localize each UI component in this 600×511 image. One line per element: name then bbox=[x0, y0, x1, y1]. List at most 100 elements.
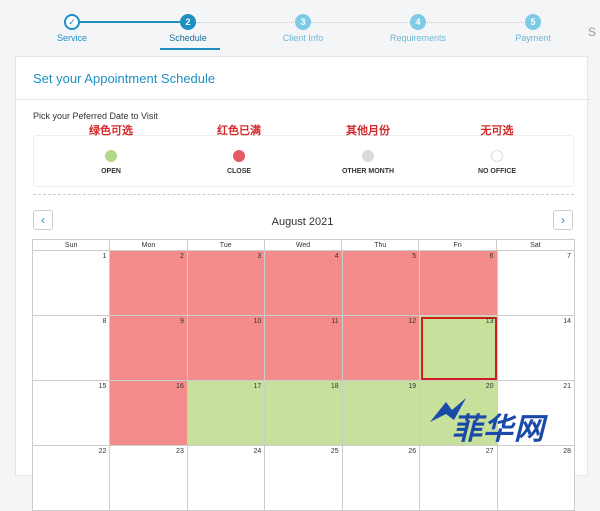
sidebar-cut-text: S bbox=[588, 25, 597, 39]
watermark-text: 菲华网 bbox=[452, 413, 545, 446]
calendar-day-cell: 9 bbox=[110, 316, 188, 381]
step-label: Schedule bbox=[169, 33, 207, 43]
calendar-day-cell: 14 bbox=[497, 316, 575, 381]
day-number: 4 bbox=[334, 253, 339, 260]
calendar-day-cell: 4 bbox=[265, 251, 343, 316]
calendar-day-cell: 26 bbox=[342, 446, 421, 511]
weekday-fri: Fri bbox=[419, 240, 497, 250]
legend: 绿色可选 OPEN 红色已满 CLOSE 其他月份 OTHER MONTH 无可… bbox=[33, 125, 574, 187]
calendar-day-cell: 7 bbox=[497, 251, 575, 316]
day-number: 11 bbox=[331, 318, 339, 325]
calendar-day-cell: 3 bbox=[187, 251, 266, 316]
pick-date-label: Pick your Peferred Date to Visit bbox=[33, 111, 158, 121]
day-number: 15 bbox=[98, 383, 107, 390]
weekday-wed: Wed bbox=[265, 240, 343, 250]
legend-other-month: 其他月份 OTHER MONTH bbox=[308, 125, 428, 175]
legend-annotation: 红色已满 bbox=[217, 125, 261, 137]
weekday-header: Sun Mon Tue Wed Thu Fri Sat bbox=[32, 239, 575, 250]
stepper-line-pending bbox=[196, 22, 526, 23]
page-title: Set your Appointment Schedule bbox=[33, 71, 216, 86]
day-number: 6 bbox=[489, 253, 494, 260]
legend-label: OPEN bbox=[101, 168, 121, 175]
step-number: 2 bbox=[180, 14, 196, 30]
day-number: 24 bbox=[253, 448, 262, 455]
day-number: 14 bbox=[563, 318, 571, 325]
legend-label: OTHER MONTH bbox=[341, 168, 395, 175]
step-payment[interactable]: 5 Payment bbox=[483, 14, 583, 43]
calendar-day-cell: 6 bbox=[420, 251, 498, 316]
weekday-tue: Tue bbox=[188, 240, 265, 250]
day-number: 22 bbox=[98, 448, 107, 455]
calendar-day-cell[interactable]: 17 bbox=[187, 381, 266, 446]
day-number: 23 bbox=[176, 448, 184, 455]
day-number: 17 bbox=[253, 383, 262, 390]
day-number: 18 bbox=[330, 383, 339, 390]
calendar: Sun Mon Tue Wed Thu Fri Sat 1 2 3 4 5 6 7 8 9 10 1… bbox=[32, 239, 575, 511]
day-number: 7 bbox=[567, 253, 571, 260]
calendar-day-cell: 28 bbox=[497, 446, 575, 511]
calendar-day-cell: 12 bbox=[342, 316, 421, 381]
step-label: Service bbox=[56, 33, 87, 43]
check-icon: ✓ bbox=[64, 14, 80, 30]
next-month-button[interactable]: › bbox=[553, 210, 573, 230]
calendar-day-cell[interactable]: 18 bbox=[265, 381, 343, 446]
calendar-day-cell: 25 bbox=[265, 446, 343, 511]
step-schedule[interactable]: 2 Schedule bbox=[138, 14, 238, 43]
day-number: 25 bbox=[330, 448, 339, 455]
legend-annotation: 其他月份 bbox=[346, 125, 390, 137]
calendar-day-cell: 2 bbox=[110, 251, 188, 316]
step-client-info[interactable]: 3 Client Info bbox=[253, 14, 353, 43]
legend-label: NO OFFICE bbox=[477, 168, 517, 175]
step-service[interactable]: ✓ Service bbox=[22, 14, 122, 43]
weekday-sat: Sat bbox=[530, 242, 541, 249]
day-number: 13 bbox=[485, 318, 494, 325]
calendar-day-cell: 23 bbox=[110, 446, 188, 511]
step-number: 5 bbox=[525, 14, 541, 30]
active-step-underline bbox=[160, 48, 220, 50]
day-number: 10 bbox=[253, 318, 262, 325]
day-number: 9 bbox=[179, 318, 184, 325]
calendar-grid: 1 2 3 4 5 6 7 8 9 10 11 12 13 14 15 16 17 18 19 20 21 22 23 24 2… bbox=[32, 250, 575, 511]
divider bbox=[33, 194, 574, 195]
calendar-day-cell: 15 bbox=[33, 381, 111, 446]
no-office-swatch-icon bbox=[491, 150, 503, 162]
legend-annotation: 无可选 bbox=[480, 125, 514, 137]
step-label: Client Info bbox=[282, 33, 324, 43]
day-number: 1 bbox=[102, 253, 107, 260]
step-label: Requirements bbox=[389, 33, 447, 43]
day-number: 21 bbox=[563, 383, 571, 390]
calendar-day-cell: 5 bbox=[342, 251, 421, 316]
day-number: 8 bbox=[102, 318, 107, 325]
calendar-day-cell: 10 bbox=[187, 316, 266, 381]
calendar-day-cell: 11 bbox=[265, 316, 343, 381]
calendar-day-cell[interactable]: 13 bbox=[420, 316, 498, 381]
step-number: 3 bbox=[295, 14, 311, 30]
watermark-logo: 菲华网 bbox=[428, 392, 588, 452]
step-number: 4 bbox=[410, 14, 426, 30]
day-number: 3 bbox=[257, 253, 262, 260]
day-number: 19 bbox=[408, 383, 417, 390]
day-number: 26 bbox=[408, 448, 417, 455]
progress-stepper: ✓ Service 2 Schedule 3 Client Info 4 Req… bbox=[0, 0, 600, 50]
day-number: 12 bbox=[408, 318, 417, 325]
calendar-day-cell: 16 bbox=[110, 381, 188, 446]
legend-no-office: 无可选 NO OFFICE bbox=[437, 125, 557, 175]
weekday-sun: Sun bbox=[33, 240, 111, 250]
weekday-thu: Thu bbox=[342, 240, 420, 250]
month-title: August 2021 bbox=[271, 216, 334, 228]
day-number: 16 bbox=[176, 383, 184, 390]
step-label: Payment bbox=[515, 33, 551, 43]
legend-annotation: 绿色可选 bbox=[89, 125, 133, 137]
legend-open: 绿色可选 OPEN bbox=[51, 125, 171, 175]
day-number: 2 bbox=[179, 253, 184, 260]
calendar-day-cell[interactable]: 19 bbox=[342, 381, 421, 446]
legend-close: 红色已满 CLOSE bbox=[179, 125, 299, 175]
calendar-day-cell: 1 bbox=[33, 251, 111, 316]
legend-label: CLOSE bbox=[226, 168, 252, 175]
calendar-day-cell: 24 bbox=[187, 446, 266, 511]
day-number: 5 bbox=[412, 253, 417, 260]
calendar-day-cell: 27 bbox=[420, 446, 498, 511]
close-swatch-icon bbox=[233, 150, 245, 162]
step-requirements[interactable]: 4 Requirements bbox=[368, 14, 468, 43]
divider bbox=[16, 99, 589, 100]
